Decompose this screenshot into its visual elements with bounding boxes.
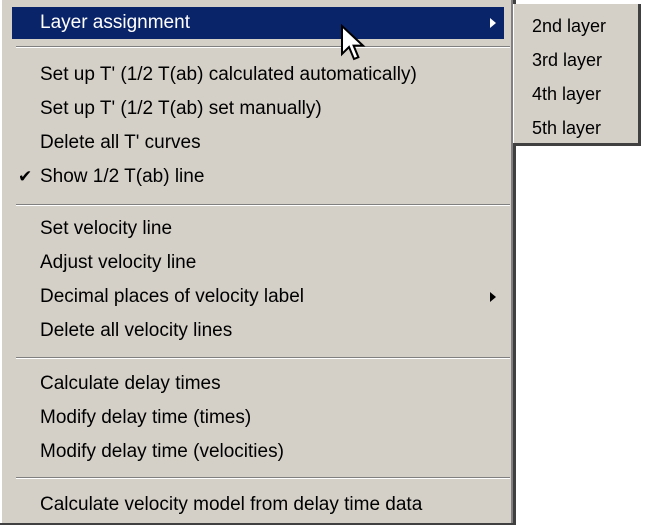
menu-item-show-half-tab-line[interactable]: ✔ Show 1/2 T(ab) line [12,161,504,193]
submenu-item-5th-layer[interactable]: 5th layer [513,112,638,145]
menu-item-label: Show 1/2 T(ab) line [40,166,205,187]
menu-separator [16,204,510,206]
menu-item-label: Set up T' (1/2 T(ab) calculated automati… [40,64,417,85]
menu-separator [16,357,510,359]
submenu-item-label: 5th layer [532,118,602,138]
menu-item-set-up-t-manual[interactable]: Set up T' (1/2 T(ab) set manually) [12,93,504,125]
submenu-item-label: 4th layer [532,84,602,104]
submenu-item-4th-layer[interactable]: 4th layer [513,78,638,111]
menu-item-delete-t-curves[interactable]: Delete all T' curves [12,127,504,159]
menu-item-label: Decimal places of velocity label [40,286,305,307]
menu-item-calculate-velocity-model[interactable]: Calculate velocity model from delay time… [12,489,504,521]
submenu-arrow-icon [490,292,496,302]
menu-item-label: Layer assignment [40,12,190,33]
menu-item-label: Adjust velocity line [40,252,197,273]
arrow-pointer-icon [341,24,366,61]
submenu-item-2nd-layer[interactable]: 2nd layer [513,10,638,43]
menu-item-label: Modify delay time (velocities) [40,441,284,462]
submenu-item-label: 2nd layer [532,16,607,36]
menu-item-adjust-velocity-line[interactable]: Adjust velocity line [12,247,504,279]
menu-item-calculate-delay-times[interactable]: Calculate delay times [12,368,504,400]
screen: Layer assignment Set up T' (1/2 T(ab) ca… [0,0,647,525]
menu-item-label: Delete all velocity lines [40,320,233,341]
menu-item-set-up-t-auto[interactable]: Set up T' (1/2 T(ab) calculated automati… [12,59,504,91]
menu-item-layer-assignment[interactable]: Layer assignment [12,7,504,39]
menu-item-label: Modify delay time (times) [40,407,252,428]
menu-item-label: Calculate delay times [40,373,221,394]
menu-item-delete-velocity-lines[interactable]: Delete all velocity lines [12,315,504,347]
menu-separator [16,477,510,479]
submenu-item-label: 3rd layer [532,50,603,70]
menu-item-label: Delete all T' curves [40,132,201,153]
menu-item-label: Calculate velocity model from delay time… [40,494,423,515]
checkmark-icon: ✔ [18,167,33,186]
menu-item-modify-delay-times[interactable]: Modify delay time (times) [12,402,504,434]
menu-separator [16,46,510,48]
submenu-arrow-icon [490,18,496,28]
menu-item-label: Set up T' (1/2 T(ab) set manually) [40,98,322,119]
context-menu: Layer assignment Set up T' (1/2 T(ab) ca… [0,0,516,525]
menu-item-label: Set velocity line [40,218,173,239]
menu-item-modify-delay-velocities[interactable]: Modify delay time (velocities) [12,436,504,468]
submenu-item-3rd-layer[interactable]: 3rd layer [513,44,638,77]
layer-submenu: 2nd layer 3rd layer 4th layer 5th layer [513,4,641,146]
menu-item-set-velocity-line[interactable]: Set velocity line [12,213,504,245]
menu-item-decimal-places[interactable]: Decimal places of velocity label [12,281,504,313]
